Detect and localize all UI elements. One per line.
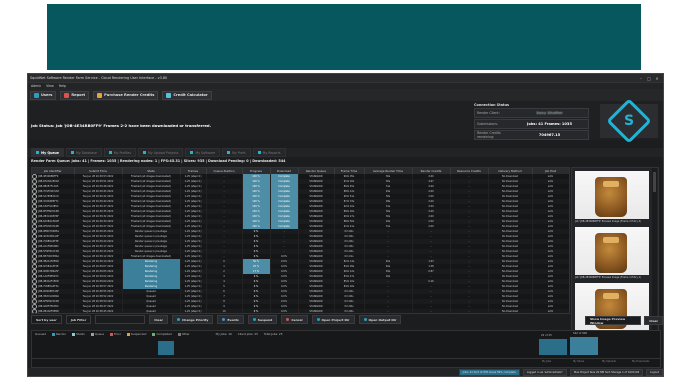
my-jobs-bar bbox=[539, 339, 567, 355]
timeline-title: Queued bbox=[35, 332, 46, 336]
legend-render: Render bbox=[51, 332, 66, 336]
report-icon bbox=[64, 92, 70, 98]
preview-controls: Show Image Preview Window Clear bbox=[585, 316, 663, 325]
open-project-dir-button[interactable]: Open Project Dir bbox=[311, 315, 355, 324]
credits-row: Render Credits remaining: 704967.15 bbox=[474, 130, 589, 140]
menu-admin[interactable]: Admin bbox=[31, 84, 41, 88]
preview-image[interactable] bbox=[575, 227, 649, 275]
my-slices-bar bbox=[570, 337, 598, 355]
menu-help[interactable]: Help bbox=[59, 84, 66, 88]
client-jobs-count: Client jobs: 25 bbox=[237, 332, 258, 336]
app-window: SquidNet Software Render Farm Service - … bbox=[27, 73, 664, 377]
priority-icon bbox=[176, 318, 180, 321]
reports-icon bbox=[257, 151, 261, 154]
credit-calculator-button[interactable]: Credit Calculator bbox=[162, 90, 212, 100]
users-button[interactable]: Users bbox=[30, 90, 57, 100]
cancel-icon bbox=[286, 318, 290, 321]
legend-studio: Studio bbox=[71, 332, 85, 336]
show-preview-toggle[interactable]: Show Image Preview Window bbox=[585, 316, 642, 325]
render-client-row: Render Client: Sony Shutter bbox=[474, 108, 589, 118]
tab-my-queue[interactable]: My Queue bbox=[31, 148, 64, 157]
legend-error: Error bbox=[110, 332, 121, 336]
events-icon bbox=[222, 318, 226, 321]
profiles-icon bbox=[108, 151, 112, 154]
storage-status: Max Project Size 20 MB Sort Storage 1 of… bbox=[569, 368, 644, 376]
logged-in-status: Logged in as 'administrator' bbox=[522, 368, 567, 376]
tab-my-upload-projects[interactable]: My Upload Projects bbox=[138, 148, 184, 157]
queue-icon bbox=[36, 151, 39, 154]
software-icon bbox=[190, 151, 194, 154]
close-icon[interactable]: ✕ bbox=[653, 76, 661, 81]
preview-image[interactable] bbox=[575, 171, 649, 219]
folder-icon bbox=[363, 318, 367, 321]
change-priority-button[interactable]: Change Priority bbox=[171, 315, 214, 324]
clear-preview-button[interactable]: Clear bbox=[644, 316, 663, 325]
legend-queue: Queue bbox=[90, 332, 104, 336]
clear-filter-button[interactable]: Clear bbox=[149, 315, 168, 324]
job-status-text: Job Status: Job 'JOB-4E34RB0FF9' Frames … bbox=[31, 123, 212, 128]
top-banner bbox=[47, 4, 641, 70]
preview-caption: Job 'JOB-4E34RB0FF9' Preview Image (Fram… bbox=[575, 276, 642, 279]
tab-my-database[interactable]: My Database bbox=[65, 148, 102, 157]
report-button[interactable]: Report bbox=[60, 90, 90, 100]
upload-icon bbox=[143, 151, 147, 154]
queue-timeline: Queued Render Studio Queue Error Suspend… bbox=[31, 330, 661, 368]
progress-status: Jobs: 41 Sort of 935 slices 56% complete bbox=[458, 368, 520, 376]
my-slices-mini: 542 of 900 bbox=[573, 332, 588, 335]
connection-status: Connection Status Render Client: Sony Shu… bbox=[474, 103, 589, 140]
menu-view[interactable]: View bbox=[46, 84, 54, 88]
preview-caption: Job 'JOB-4E34RB0FF9' Preview Image (Fram… bbox=[575, 220, 642, 223]
title-bar: SquidNet Software Render Farm Service - … bbox=[28, 74, 663, 83]
logout-button[interactable]: Logout bbox=[646, 368, 663, 376]
sort-by-user-toggle[interactable]: Sort by user bbox=[31, 315, 62, 324]
legend-completed: Completed bbox=[152, 332, 172, 336]
cancel-button[interactable]: Cancel bbox=[281, 315, 308, 324]
folder-icon bbox=[316, 318, 320, 321]
legend-other: Other bbox=[177, 332, 190, 336]
status-panel: Job Status: Job 'JOB-4E34RB0FF9' Frames … bbox=[28, 98, 663, 144]
table-body: JOB-4E34RB0FF9 Tue Jun 28 16:39:53 2022 Fi… bbox=[32, 174, 569, 313]
my-jobs-count: My Jobs: 16 bbox=[215, 332, 232, 336]
cart-icon bbox=[97, 92, 103, 98]
tab-my-software[interactable]: My Software bbox=[185, 148, 221, 157]
job-table: Job Identifier Submit Time State Frames Queu… bbox=[31, 167, 570, 314]
queue-summary: Render Farm Queue: Jobs: 41 | Frames: 10… bbox=[31, 159, 286, 163]
submissions-row: Submissions: Jobs: 41 Frames: 1035 bbox=[474, 119, 589, 129]
suspend-icon bbox=[252, 318, 256, 321]
tab-bar: My Queue My Database My Profiles My Uplo… bbox=[28, 148, 663, 157]
open-output-dir-button[interactable]: Open Output Dir bbox=[358, 315, 402, 324]
total-jobs-count: Total Jobs: 25 bbox=[263, 332, 283, 336]
job-filter-button[interactable]: Job Filter bbox=[65, 315, 92, 324]
tab-my-profiles[interactable]: My Profiles bbox=[103, 148, 137, 157]
minimize-icon[interactable]: – bbox=[637, 76, 645, 81]
job-filter-input[interactable] bbox=[95, 315, 146, 324]
events-button[interactable]: Events bbox=[217, 315, 244, 324]
connection-header: Connection Status bbox=[474, 103, 510, 107]
squidnet-logo: S bbox=[600, 98, 658, 144]
database-icon bbox=[70, 151, 74, 154]
legend-suspended: Suspended bbox=[126, 332, 146, 336]
users-icon bbox=[34, 92, 39, 98]
suspend-button[interactable]: Suspend bbox=[247, 315, 278, 324]
my-jobs-mini: 22 of 25 bbox=[541, 334, 552, 337]
calculator-icon bbox=[166, 92, 172, 98]
purchase-credits-button[interactable]: Purchase Render Credits bbox=[93, 90, 159, 100]
timeline-axis: My Jobs My Slices My Uploads My Download… bbox=[32, 358, 660, 364]
timeline-job-block[interactable] bbox=[158, 341, 174, 355]
action-bar: Sort by user Job Filter Clear Change Pri… bbox=[31, 315, 568, 324]
prefs-icon bbox=[227, 151, 231, 154]
timeline-legend: Queued Render Studio Queue Error Suspend… bbox=[35, 332, 282, 336]
window-title: SquidNet Software Render Farm Service - … bbox=[30, 76, 168, 80]
tab-my-reports[interactable]: My Reports bbox=[252, 148, 286, 157]
tab-my-prefs[interactable]: My Prefs bbox=[222, 148, 251, 157]
maximize-icon[interactable]: □ bbox=[645, 76, 653, 81]
